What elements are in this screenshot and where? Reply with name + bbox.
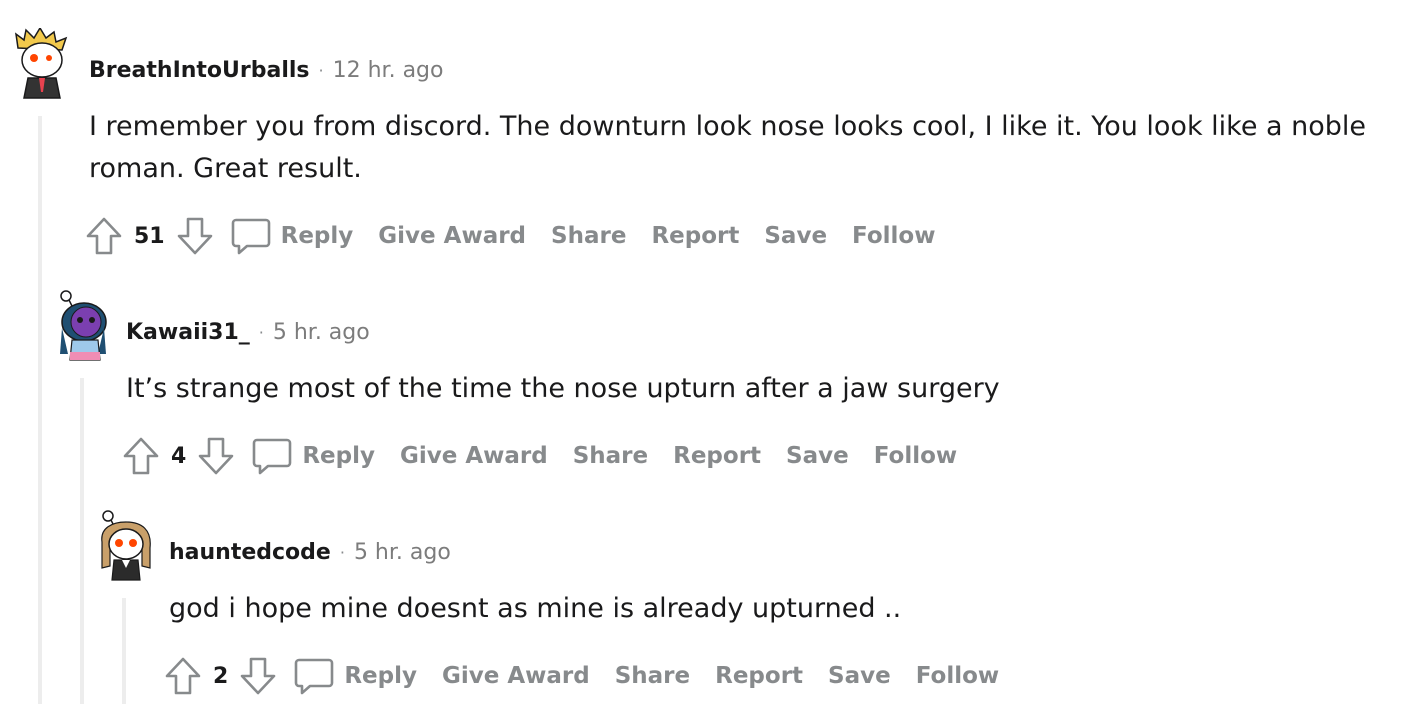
comment-body: I remember you from discord. The downtur… [89, 111, 1367, 184]
timestamp-link[interactable]: 5 hr. ago [273, 320, 370, 345]
vote-group: 2 [165, 656, 276, 696]
give-award-button[interactable]: Give Award [400, 443, 548, 469]
comment-bubble-icon[interactable] [294, 656, 334, 696]
comment-body: It’s strange most of the time the nose u… [126, 373, 1000, 404]
report-button[interactable]: Report [651, 223, 739, 249]
give-award-button[interactable]: Give Award [442, 663, 590, 689]
timestamp-link[interactable]: 12 hr. ago [333, 58, 444, 83]
comment-actions: 2 Reply Give Award Share Report Save Fol… [165, 654, 1024, 698]
username-link[interactable]: BreathIntoUrballs [89, 58, 310, 83]
header-separator: · [258, 323, 264, 342]
comment-header: Kawaii31_ · 5 hr. ago [126, 320, 370, 345]
follow-button[interactable]: Follow [916, 663, 999, 689]
header-separator: · [339, 543, 345, 562]
save-button[interactable]: Save [764, 223, 827, 249]
upvote-arrow-icon[interactable] [86, 216, 122, 256]
username-link[interactable]: hauntedcode [169, 540, 331, 565]
downvote-arrow-icon[interactable] [240, 656, 276, 696]
report-button[interactable]: Report [673, 443, 761, 469]
follow-button[interactable]: Follow [874, 443, 957, 469]
downvote-arrow-icon[interactable] [198, 436, 234, 476]
comment-actions: 4 Reply Give Award Share Report Save Fol… [123, 434, 982, 478]
share-button[interactable]: Share [573, 443, 648, 469]
report-button[interactable]: Report [715, 663, 803, 689]
username-link[interactable]: Kawaii31_ [126, 320, 250, 345]
share-button[interactable]: Share [615, 663, 690, 689]
comment-header: BreathIntoUrballs · 12 hr. ago [89, 58, 443, 83]
snoo-avatar-purple-alien-icon[interactable] [54, 288, 110, 361]
share-button[interactable]: Share [551, 223, 626, 249]
vote-group: 51 [86, 216, 213, 256]
comment-body: god i hope mine doesnt as mine is alread… [169, 593, 902, 624]
vote-group: 4 [123, 436, 234, 476]
give-award-button[interactable]: Give Award [378, 223, 526, 249]
snoo-avatar-blond-hair-icon[interactable] [12, 26, 68, 99]
upvote-arrow-icon[interactable] [165, 656, 201, 696]
follow-button[interactable]: Follow [852, 223, 935, 249]
vote-score: 4 [171, 443, 187, 469]
save-button[interactable]: Save [828, 663, 891, 689]
reply-button[interactable]: Reply [344, 663, 417, 689]
save-button[interactable]: Save [786, 443, 849, 469]
comment-bubble-icon[interactable] [252, 436, 292, 476]
thread-line-level-1[interactable] [38, 116, 42, 704]
thread-line-level-3[interactable] [122, 598, 126, 704]
vote-score: 2 [213, 663, 229, 689]
downvote-arrow-icon[interactable] [177, 216, 213, 256]
upvote-arrow-icon[interactable] [123, 436, 159, 476]
comment-actions: 51 Reply Give Award Share Report Save Fo… [86, 214, 960, 258]
comment-header: hauntedcode · 5 hr. ago [169, 540, 451, 565]
header-separator: · [318, 61, 324, 80]
reply-button[interactable]: Reply [281, 223, 354, 249]
timestamp-link[interactable]: 5 hr. ago [354, 540, 451, 565]
snoo-avatar-brown-hair-icon[interactable] [96, 508, 152, 581]
comment-bubble-icon[interactable] [231, 216, 271, 256]
reply-button[interactable]: Reply [302, 443, 375, 469]
thread-line-level-2[interactable] [80, 378, 84, 704]
vote-score: 51 [134, 223, 165, 249]
